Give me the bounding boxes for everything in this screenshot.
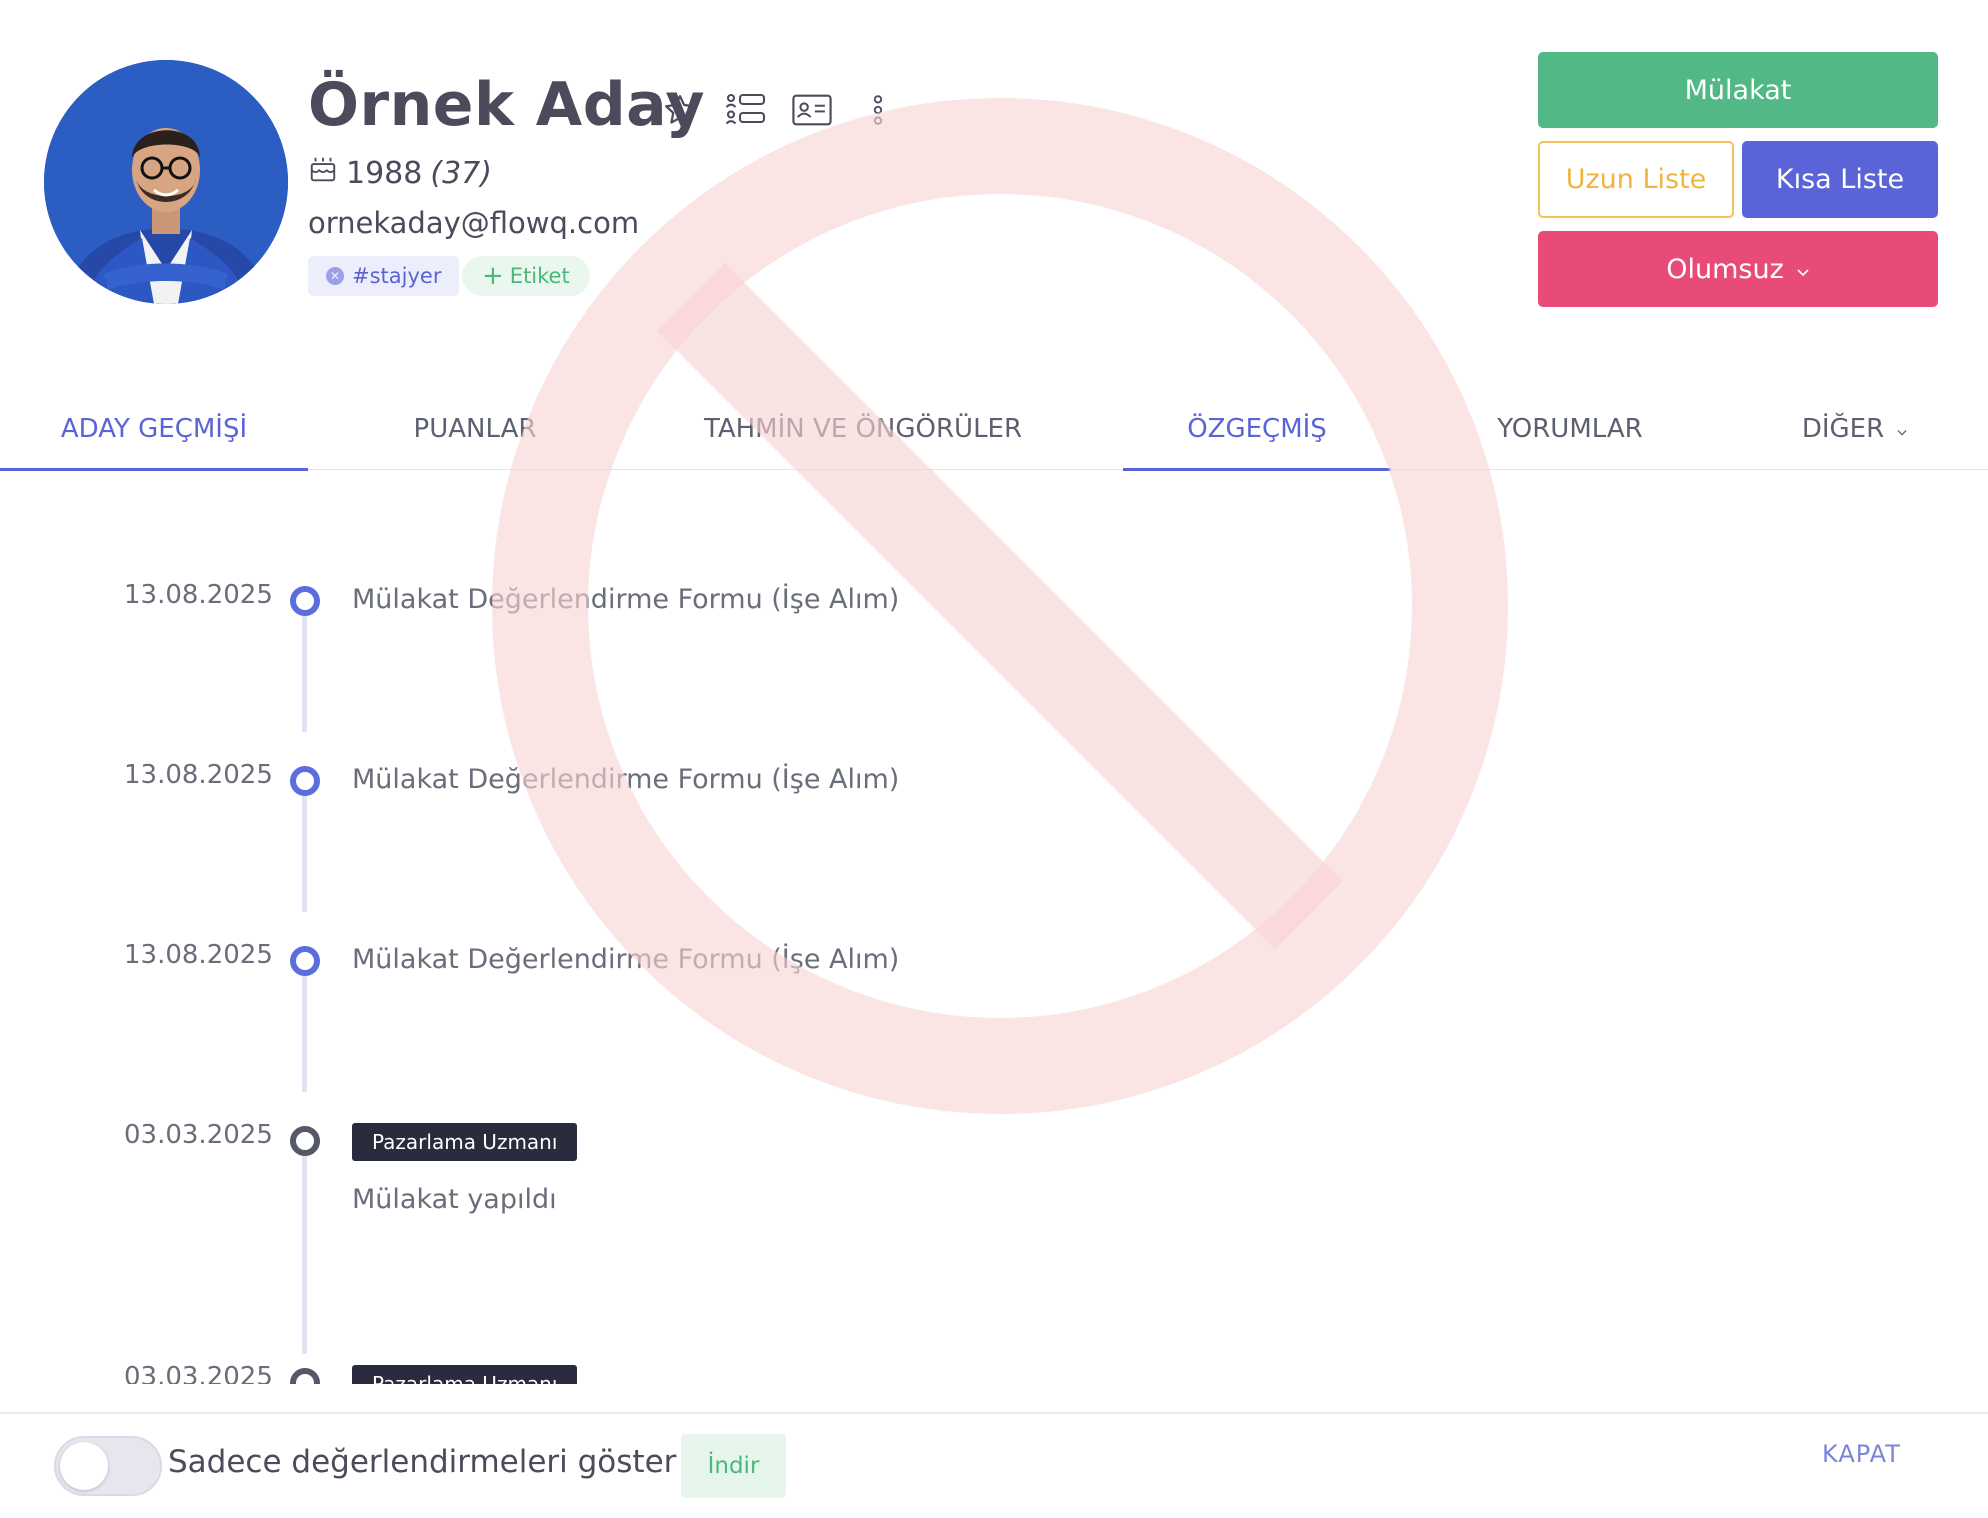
timeline-item-title[interactable]: Mülakat Değerlendirme Formu (İşe Alım) (352, 944, 899, 975)
tab-bar: ADAY GEÇMİŞİ PUANLAR TAHMİN VE ÖNGÖRÜLER… (0, 388, 1988, 471)
tab-predictions[interactable]: TAHMİN VE ÖNGÖRÜLER (660, 388, 1066, 470)
add-tag-button[interactable]: + Etiket (462, 256, 590, 296)
long-list-button[interactable]: Uzun Liste (1538, 141, 1734, 218)
email: ornekaday@flowq.com (308, 206, 640, 240)
avatar (44, 60, 288, 304)
tag-label: #stajyer (352, 264, 442, 288)
more-vertical-icon[interactable] (856, 88, 900, 132)
birth-year: 1988 (346, 155, 423, 191)
tab-scores[interactable]: PUANLAR (350, 388, 600, 470)
position-badge: Pazarlama Uzmanı (352, 1365, 578, 1384)
timeline-connector (302, 962, 307, 1092)
id-card-icon[interactable] (790, 88, 834, 132)
plus-icon: + (482, 261, 504, 291)
reject-dropdown-button[interactable]: Olumsuz (1538, 231, 1938, 307)
modal-footer: Sadece değerlendirmeleri göster İndir KA… (0, 1412, 1988, 1518)
toggle-knob (60, 1442, 108, 1490)
tab-comments[interactable]: YORUMLAR (1440, 388, 1700, 470)
timeline-date: 13.08.2025 (124, 580, 273, 610)
timeline-date: 03.03.2025 (124, 1362, 273, 1384)
birth-info: 1988 (37) (308, 154, 492, 192)
timeline-date: 13.08.2025 (124, 760, 273, 790)
position-badge: Pazarlama Uzmanı (352, 1123, 578, 1161)
timeline-item-title[interactable]: Mülakat Değerlendirme Formu (İşe Alım) (352, 764, 899, 795)
timeline-date: 13.08.2025 (124, 940, 273, 970)
timeline-item-text: Mülakat yapıldı (352, 1184, 557, 1215)
remove-tag-icon[interactable]: ✕ (326, 267, 344, 285)
close-button[interactable]: KAPAT (1822, 1440, 1901, 1468)
age: (37) (430, 155, 492, 191)
timeline-connector (302, 782, 307, 912)
toggle-label: Sadece değerlendirmeleri göster (168, 1444, 677, 1480)
evaluations-only-toggle[interactable] (54, 1436, 162, 1496)
tag-chip: ✕ #stajyer (308, 256, 460, 296)
download-button[interactable]: İndir (681, 1434, 786, 1498)
cake-icon (308, 154, 338, 192)
tab-other[interactable]: DİĞER (1780, 388, 1930, 470)
interview-button[interactable]: Mülakat (1538, 52, 1938, 128)
timeline: 13.08.2025 Mülakat Değerlendirme Formu (… (0, 472, 1988, 1384)
chevron-down-icon (1796, 254, 1810, 285)
reject-label: Olumsuz (1666, 253, 1784, 285)
candidate-name: Örnek Aday (308, 70, 705, 140)
list-users-icon[interactable] (724, 88, 768, 132)
chevron-down-icon (1896, 414, 1908, 444)
short-list-button[interactable]: Kısa Liste (1742, 141, 1938, 218)
timeline-dot (290, 586, 320, 616)
timeline-dot (290, 1368, 320, 1384)
timeline-dot (290, 946, 320, 976)
timeline-item-title[interactable]: Mülakat Değerlendirme Formu (İşe Alım) (352, 584, 899, 615)
timeline-connector (302, 602, 307, 732)
timeline-date: 03.03.2025 (124, 1120, 273, 1150)
add-tag-label: Etiket (509, 264, 570, 288)
star-icon[interactable] (658, 88, 702, 132)
tab-resume[interactable]: ÖZGEÇMİŞ (1123, 388, 1391, 471)
tab-candidate-history[interactable]: ADAY GEÇMİŞİ (0, 388, 308, 471)
timeline-dot (290, 766, 320, 796)
tab-other-label: DİĞER (1801, 414, 1885, 444)
candidate-modal: Örnek Aday 1988 (37) ornekaday@flowq.com… (0, 0, 1988, 1518)
timeline-dot (290, 1126, 320, 1156)
timeline-connector (302, 1142, 307, 1354)
